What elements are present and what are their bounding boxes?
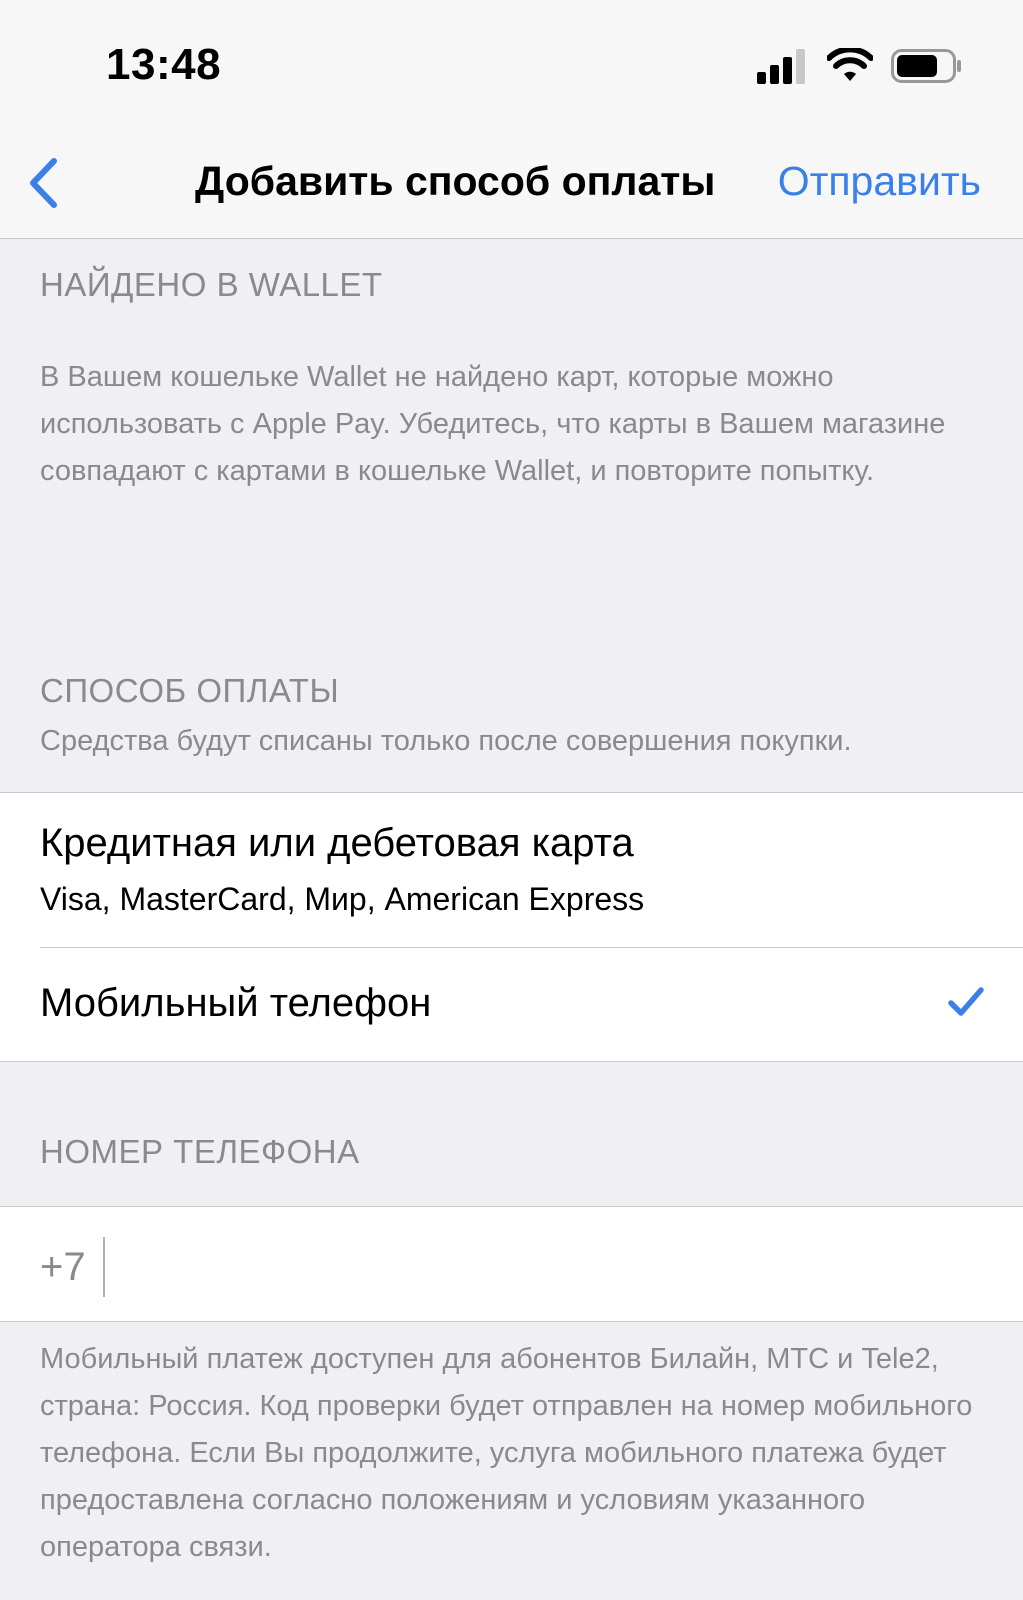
phone-prefix: +7: [40, 1245, 86, 1289]
payment-section-header: СПОСОБ ОПЛАТЫ: [40, 672, 340, 709]
payment-option-card-subtitle: Visa, MasterCard, Мир, American Express: [40, 881, 645, 917]
chevron-left-icon: [27, 157, 59, 214]
payment-option-card[interactable]: Кредитная или дебетовая карта Visa, Mast…: [0, 793, 1023, 947]
navigation-bar: Добавить способ оплаты Отправить: [0, 130, 1023, 239]
status-icons: [757, 46, 963, 89]
checkmark-icon: [947, 986, 985, 1023]
payment-options-list: Кредитная или дебетовая карта Visa, Mast…: [0, 792, 1023, 1062]
send-button[interactable]: Отправить: [778, 158, 981, 205]
wifi-icon: [826, 46, 874, 89]
wallet-section-text: В Вашем кошельке Wallet не найдено карт,…: [40, 361, 946, 487]
payment-section-subheader: Средства будут списаны только после сове…: [40, 725, 852, 757]
payment-option-mobile-title: Мобильный телефон: [40, 981, 432, 1025]
status-bar: 13:48: [0, 0, 1023, 130]
back-button[interactable]: [18, 156, 68, 214]
status-time: 13:48: [106, 40, 222, 89]
phone-section-header: НОМЕР ТЕЛЕФОНА: [40, 1133, 360, 1170]
battery-icon: [891, 48, 963, 89]
payment-option-card-title: Кредитная или дебетовая карта: [40, 821, 634, 865]
page-title: Добавить способ оплаты: [195, 158, 716, 204]
phone-section-footer: Мобильный платеж доступен для абонентов …: [40, 1343, 973, 1563]
phone-input-group: +7: [0, 1206, 1023, 1322]
payment-option-mobile[interactable]: Мобильный телефон: [0, 948, 1023, 1061]
wallet-section-header: НАЙДЕНО В WALLET: [40, 266, 383, 303]
signal-icon: [757, 48, 809, 89]
phone-number-input[interactable]: [104, 1231, 984, 1297]
